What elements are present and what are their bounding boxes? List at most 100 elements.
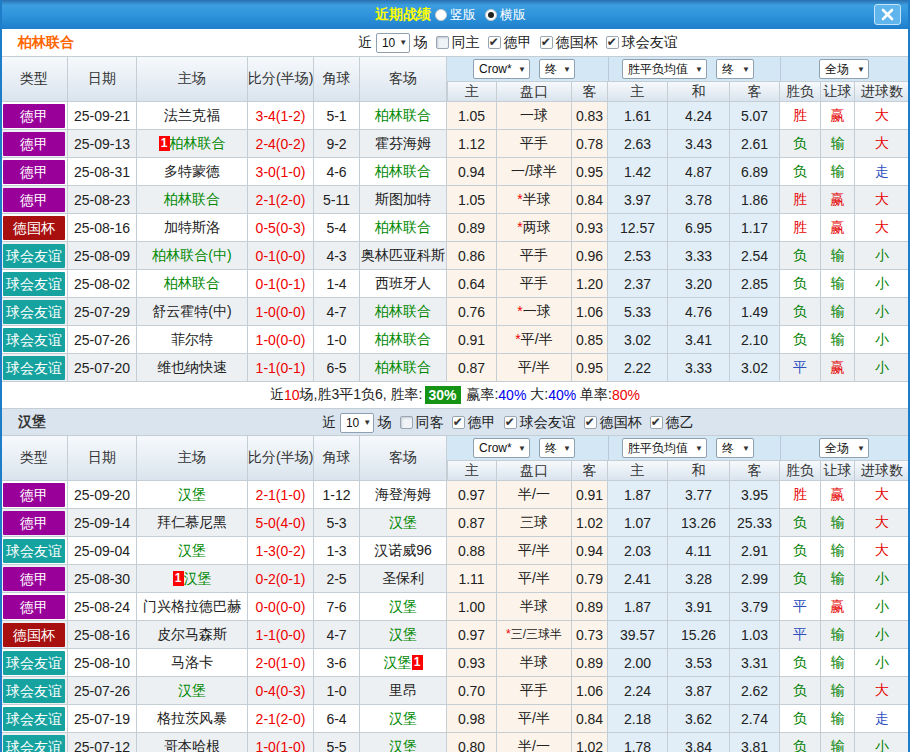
goals-cell: 小 [855,565,910,593]
handicap-result-cell: 输 [821,130,855,158]
handicap-cell: 半球 [497,593,572,621]
corners-cell: 4-7 [314,621,360,649]
filter-label[interactable]: 德乙 [666,414,694,432]
handicap-cell: *平/半 [497,326,572,354]
match-row: 球会友谊25-08-02柏林联合0-1(0-1)1-4西班牙人0.64平手1.2… [0,270,910,298]
filter-label[interactable]: 德国杯 [556,34,598,52]
col-header: 客 [572,82,608,102]
score-cell: 2-4(0-2) [248,130,314,158]
col-header: 主 [447,82,497,102]
away-odds-cell: 0.96 [572,242,608,270]
filter-label[interactable]: 同主 [452,34,480,52]
avg-type-select[interactable]: 胜平负均值▼ [622,59,707,79]
avg-draw-cell: 4.87 [668,158,730,186]
avg-draw-cell: 4.76 [668,298,730,326]
filter-checkbox-3[interactable] [584,416,597,429]
avg-lose-cell: 2.85 [730,270,780,298]
radio-vertical[interactable] [435,9,447,21]
filter-label[interactable]: 德甲 [468,414,496,432]
corners-cell: 1-3 [314,537,360,565]
avg-lose-cell: 3.95 [730,481,780,509]
odds-company-select[interactable]: Crow*▼ [473,438,530,458]
games-count-select[interactable]: 10▼ [376,33,410,53]
home-team-cell: 维也纳快速 [137,354,248,382]
dropdown-arrow-icon: ▼ [742,65,750,74]
result-cell: 胜 [780,186,821,214]
dropdown-arrow-icon: ▼ [695,65,703,74]
away-odds-cell: 1.06 [572,677,608,705]
filter-label[interactable]: 德甲 [504,34,532,52]
handicap-result-cell: 输 [821,677,855,705]
match-row: 球会友谊25-07-26汉堡0-4(0-3)1-0里昂0.70平手1.062.2… [0,677,910,705]
summary-row: 近10场,胜3平1负6, 胜率:30% 赢率:40% 大:40% 单率:80% [0,382,910,408]
filter-label[interactable]: 德国杯 [600,414,642,432]
filter-label[interactable]: 球会友谊 [520,414,576,432]
odds-time-select[interactable]: 终▼ [539,438,575,458]
filter-checkbox-3[interactable] [606,36,619,49]
avg-time-select[interactable]: 终▼ [716,59,754,79]
filter-checkbox-0[interactable] [400,416,413,429]
filter-label[interactable]: 同客 [416,414,444,432]
summary-text: 场,胜3平1负6, 胜率: [300,386,423,404]
filter-checkbox-1[interactable] [488,36,501,49]
away-odds-cell: 0.85 [572,326,608,354]
col-header: 盘口 [497,461,572,481]
scope-select[interactable]: 全场▼ [819,59,869,79]
odds-company-select[interactable]: Crow*▼ [473,59,530,79]
handicap-cell: 平手 [497,270,572,298]
games-count-select[interactable]: 10▼ [340,413,374,433]
match-row: 德甲25-09-21法兰克福3-4(1-2)5-1柏林联合1.05一球0.831… [0,102,910,130]
home-odds-cell: 0.97 [447,621,497,649]
avg-time-select[interactable]: 终▼ [716,438,754,458]
handicap-cell: 平手 [497,242,572,270]
avg-draw-cell: 3.84 [668,733,730,752]
filter-checkbox-4[interactable] [650,416,663,429]
handicap-cell: 平/半 [497,565,572,593]
summary-text: 40% [548,387,576,403]
home-odds-cell: 0.87 [447,354,497,382]
avg-lose-cell: 1.86 [730,186,780,214]
handicap-cell: 平/半 [497,537,572,565]
filter-checkbox-2[interactable] [504,416,517,429]
close-button[interactable] [874,4,901,25]
avg-win-cell: 1.07 [608,509,668,537]
handicap-result-cell: 输 [821,649,855,677]
filter-label[interactable]: 球会友谊 [622,34,678,52]
titlebar: 近期战绩 竖版 横版 [0,0,910,29]
away-odds-cell: 1.20 [572,270,608,298]
league-cell: 德甲 [0,158,68,186]
match-row: 球会友谊25-09-04汉堡1-3(0-2)1-3汉诺威960.88平/半0.9… [0,537,910,565]
scope-select[interactable]: 全场▼ [819,438,869,458]
handicap-star: * [517,303,522,319]
col-header: 客 [572,461,608,481]
avg-lose-cell: 2.61 [730,130,780,158]
near-label: 近 [358,34,372,52]
radio-horizontal-label[interactable]: 横版 [500,6,526,24]
home-team-cell: 1汉堡 [137,565,248,593]
home-odds-cell: 0.89 [447,214,497,242]
dropdown-arrow-icon: ▼ [399,38,407,47]
league-cell: 德甲 [0,593,68,621]
handicap-star: * [517,191,522,207]
corners-cell: 1-0 [314,677,360,705]
match-row: 德甲25-08-301汉堡0-2(0-1)2-5圣保利1.11平/半0.792.… [0,565,910,593]
date-cell: 25-08-24 [68,593,137,621]
goals-cell: 走 [855,705,910,733]
summary-text: 赢率: [463,386,499,404]
odds-time-select[interactable]: 终▼ [539,59,575,79]
radio-vertical-label[interactable]: 竖版 [450,6,476,24]
handicap-result-cell: 输 [821,733,855,752]
avg-type-select[interactable]: 胜平负均值▼ [622,438,707,458]
filter-checkbox-1[interactable] [452,416,465,429]
filter-checkbox-2[interactable] [540,36,553,49]
corners-cell: 1-0 [314,326,360,354]
radio-horizontal[interactable] [485,9,497,21]
goals-cell: 小 [855,326,910,354]
handicap-result-cell: 输 [821,298,855,326]
home-team-cell: 法兰克福 [137,102,248,130]
handicap-cell: 平/半 [497,354,572,382]
section-header: 汉堡近 10▼ 场同客德甲球会友谊德国杯德乙 [0,408,910,435]
filter-checkbox-0[interactable] [436,36,449,49]
avg-win-cell: 2.22 [608,354,668,382]
home-team-cell: 汉堡 [137,481,248,509]
